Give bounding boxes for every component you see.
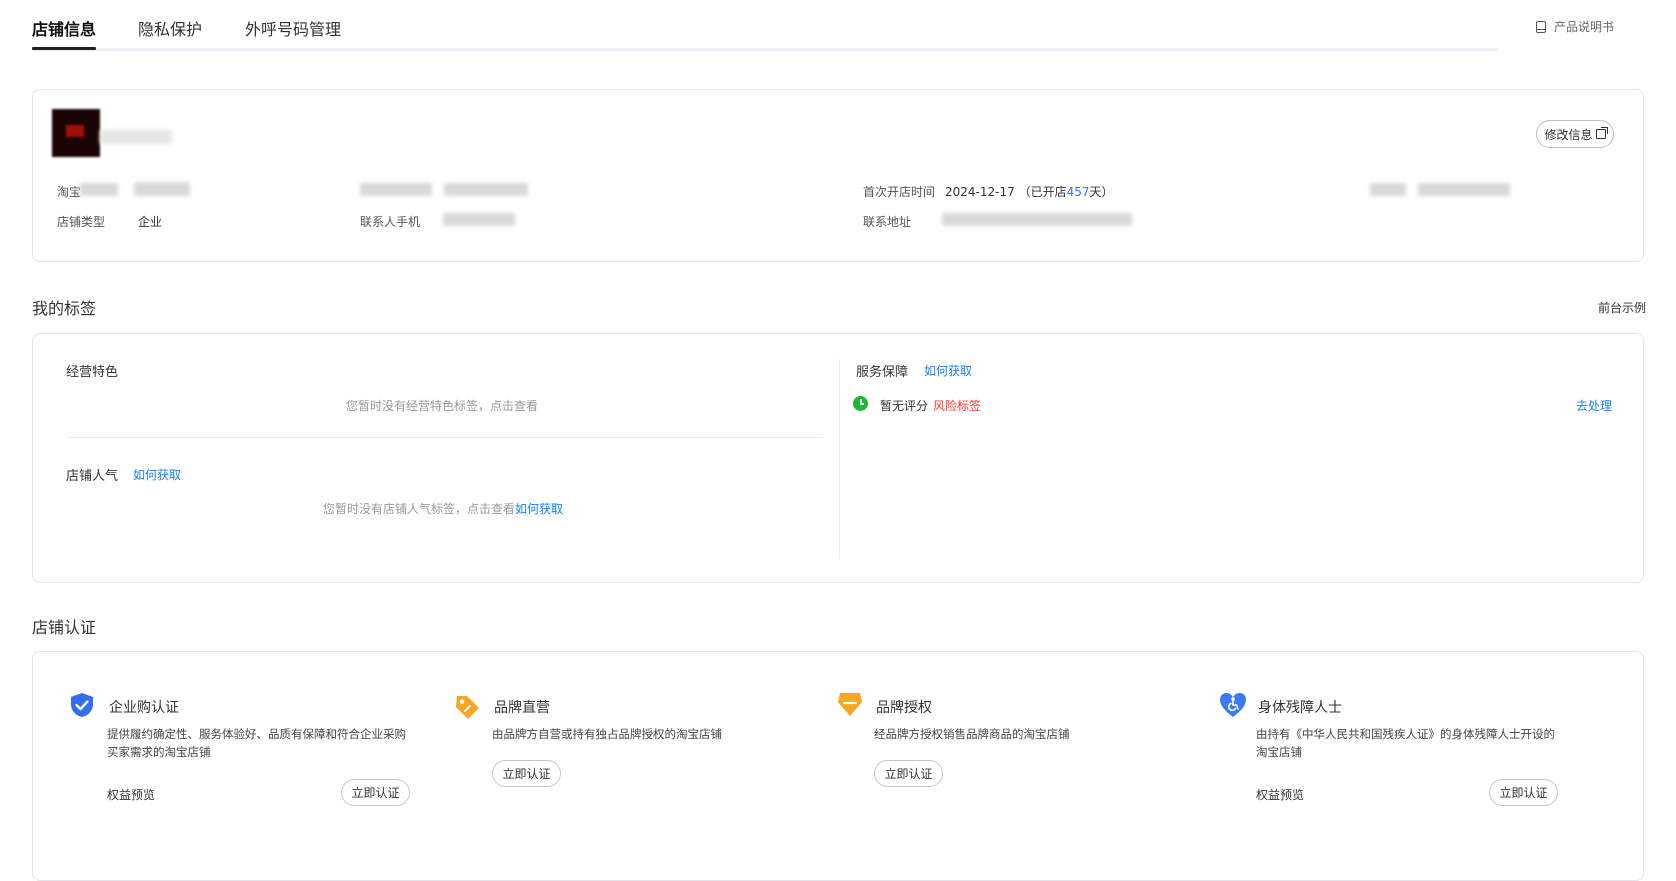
contact-phone-redacted bbox=[443, 213, 515, 226]
risk-tag-link[interactable]: 风险标签 bbox=[933, 397, 981, 414]
open-days-prefix: （已开店 bbox=[1018, 185, 1067, 199]
cert-enterprise-button[interactable]: 立即认证 bbox=[341, 779, 410, 806]
accessibility-heart-icon bbox=[1220, 693, 1246, 717]
cert-disability-desc: 由持有《中华人民共和国残疾人证》的身体残障人士开设的淘宝店铺 bbox=[1256, 727, 1555, 759]
shop-type-value: 企业 bbox=[138, 215, 163, 229]
shop-info-card bbox=[32, 89, 1644, 262]
popularity-how-link[interactable]: 如何获取 bbox=[133, 466, 181, 483]
redacted-value bbox=[444, 183, 528, 196]
business-feature-empty[interactable]: 您暂时没有经营特色标签，点击查看 bbox=[346, 397, 538, 414]
shop-type-label: 店铺类型 bbox=[57, 215, 106, 229]
first-open-date: 2024-12-17 bbox=[945, 185, 1015, 199]
business-feature-title: 经营特色 bbox=[66, 365, 119, 380]
go-handle-link[interactable]: 去处理 bbox=[1576, 397, 1612, 414]
edit-info-label: 修改信息 bbox=[1544, 127, 1593, 142]
cert-brand-direct-button[interactable]: 立即认证 bbox=[492, 760, 561, 787]
redacted-label bbox=[80, 183, 118, 196]
shield-check-icon bbox=[71, 693, 93, 717]
popularity-title: 店铺人气 bbox=[66, 469, 119, 484]
shop-cert-title: 店铺认证 bbox=[32, 618, 97, 637]
redacted-value bbox=[134, 182, 190, 196]
cert-enterprise-desc: 提供履约确定性、服务体验好、品质有保障和符合企业采购买家需求的淘宝店铺 bbox=[107, 727, 406, 759]
first-open-value: 2024-12-17 （已开店457天） bbox=[945, 183, 1114, 200]
address-label: 联系地址 bbox=[863, 215, 912, 229]
cert-enterprise-rights[interactable]: 权益预览 bbox=[107, 786, 155, 803]
service-how-link[interactable]: 如何获取 bbox=[924, 362, 972, 379]
my-tags-title: 我的标签 bbox=[32, 299, 97, 318]
book-icon bbox=[1536, 20, 1546, 33]
contact-phone-label: 联系人手机 bbox=[360, 215, 421, 229]
popularity-empty-link[interactable]: 如何获取 bbox=[515, 502, 563, 516]
redacted-label bbox=[1370, 183, 1406, 196]
tab-outbound-numbers[interactable]: 外呼号码管理 bbox=[245, 16, 341, 40]
tag-icon bbox=[456, 696, 479, 719]
external-link-icon bbox=[1595, 127, 1608, 139]
cert-disability-button[interactable]: 立即认证 bbox=[1489, 779, 1558, 806]
tab-privacy[interactable]: 隐私保护 bbox=[138, 16, 202, 40]
popularity-empty: 您暂时没有店铺人气标签，点击查看如何获取 bbox=[323, 500, 563, 517]
shop-avatar bbox=[52, 109, 100, 157]
product-manual-label: 产品说明书 bbox=[1554, 20, 1615, 34]
open-days-suffix: 天） bbox=[1089, 185, 1114, 199]
cert-brand-direct-title: 品牌直营 bbox=[494, 700, 550, 716]
redacted-value bbox=[1418, 183, 1510, 196]
popularity-empty-text: 您暂时没有店铺人气标签，点击查看 bbox=[323, 502, 516, 516]
cert-enterprise-title: 企业购认证 bbox=[109, 700, 179, 716]
cert-brand-direct-desc: 由品牌方自营或持有独占品牌授权的淘宝店铺 bbox=[492, 727, 722, 741]
vertical-divider bbox=[839, 359, 840, 559]
address-redacted bbox=[942, 213, 1132, 226]
no-rating-text: 暂无评分 bbox=[880, 399, 929, 413]
cert-brand-auth-desc: 经品牌方授权销售品牌商品的淘宝店铺 bbox=[874, 727, 1070, 741]
cert-brand-auth-button[interactable]: 立即认证 bbox=[874, 760, 943, 787]
tags-card bbox=[32, 333, 1644, 583]
cert-disability-rights[interactable]: 权益预览 bbox=[1256, 786, 1304, 803]
edit-info-button[interactable]: 修改信息 bbox=[1536, 120, 1614, 148]
cert-disability-title: 身体残障人士 bbox=[1258, 700, 1342, 716]
cert-card bbox=[32, 651, 1644, 881]
cert-brand-auth-title: 品牌授权 bbox=[876, 700, 932, 716]
first-open-label: 首次开店时间 bbox=[863, 185, 936, 199]
diamond-icon bbox=[838, 693, 862, 716]
tabs-track bbox=[32, 48, 1498, 51]
front-example-link[interactable]: 前台示例 bbox=[1598, 299, 1646, 316]
redacted-label bbox=[360, 183, 432, 196]
shop-name-redacted bbox=[100, 130, 172, 144]
clock-icon bbox=[853, 396, 868, 411]
active-tab-indicator bbox=[32, 47, 96, 50]
taobao-label: 淘宝 bbox=[57, 185, 82, 199]
open-days-count: 457 bbox=[1066, 185, 1090, 199]
divider bbox=[66, 437, 823, 438]
product-manual-link[interactable]: 产品说明书 bbox=[1536, 18, 1614, 35]
tab-shop-info[interactable]: 店铺信息 bbox=[32, 16, 96, 40]
service-title: 服务保障 bbox=[856, 365, 909, 380]
